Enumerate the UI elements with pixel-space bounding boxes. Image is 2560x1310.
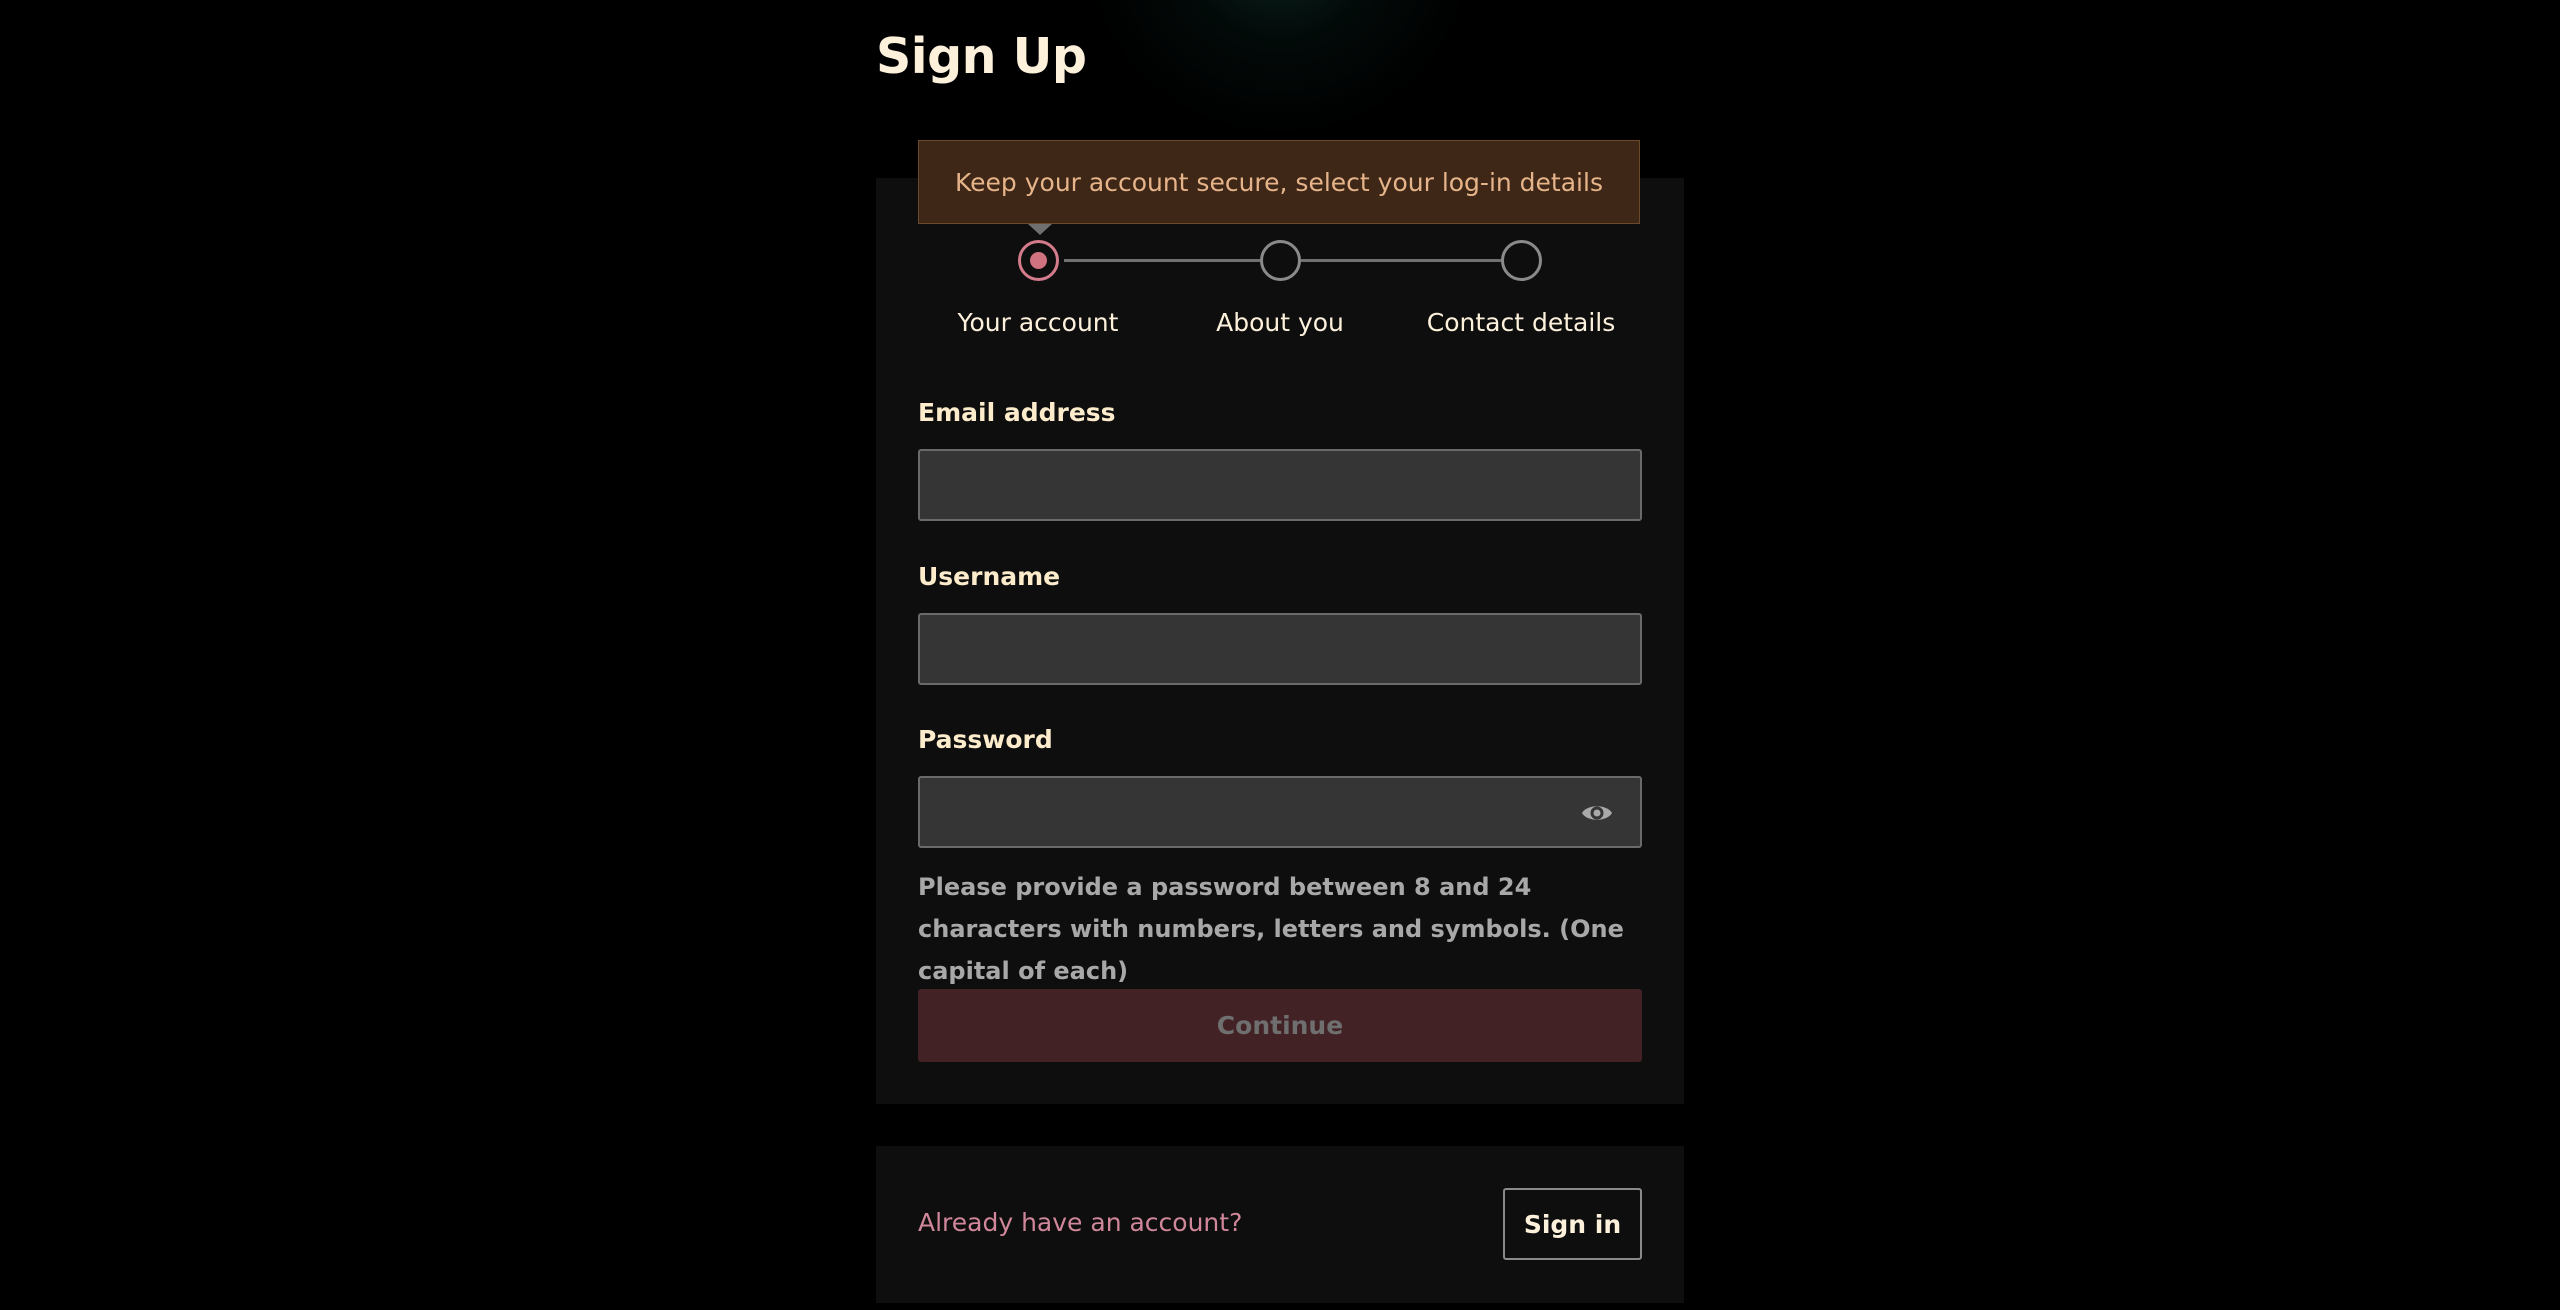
password-label: Password [918,725,1053,754]
eye-icon[interactable] [1580,800,1614,826]
username-label: Username [918,562,1061,591]
email-field[interactable] [918,449,1642,521]
step-indicator-your-account [1018,240,1059,281]
step-connector [1064,259,1260,262]
step-active-dot [1030,252,1047,269]
step-label-your-account: Your account [957,308,1119,337]
password-hint: Please provide a password between 8 and … [918,873,1624,985]
username-field[interactable] [918,613,1642,685]
email-label: Email address [918,398,1116,427]
page-title: Sign Up [876,28,1087,85]
step-indicator-about-you [1260,240,1301,281]
tooltip-arrow-icon [1028,224,1052,235]
step-tooltip: Keep your account secure, select your lo… [918,140,1640,224]
password-field[interactable] [918,776,1642,848]
header-glow [1080,0,1480,140]
step-connector [1301,259,1501,262]
continue-button[interactable]: Continue [918,989,1642,1062]
step-indicator-contact-details [1501,240,1542,281]
sign-in-button[interactable]: Sign in [1503,1188,1642,1260]
step-tooltip-text: Keep your account secure, select your lo… [955,167,1603,197]
signin-prompt: Already have an account? [918,1208,1243,1237]
step-label-contact-details: Contact details [1426,308,1616,337]
step-label-about-you: About you [1216,308,1344,337]
